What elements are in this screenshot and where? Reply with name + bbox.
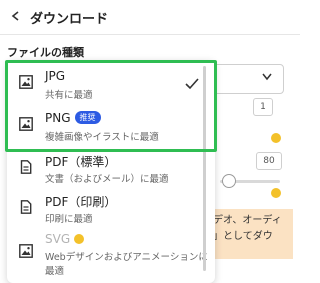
menu-item-svg[interactable]: SVG Webデザインおよびアニメーションに 最適 xyxy=(7,230,215,280)
size-input[interactable]: 1 xyxy=(253,98,273,116)
highlight-box xyxy=(5,60,217,152)
menu-item-desc: Webデザインおよびアニメーションに xyxy=(45,252,208,263)
crown-icon xyxy=(271,133,281,143)
menu-item-desc: 印刷に最適 xyxy=(45,214,93,225)
chevron-down-icon[interactable] xyxy=(262,73,272,81)
image-icon xyxy=(19,244,33,258)
header-bar: ダウンロード xyxy=(0,0,300,35)
menu-item-name: PDF（標準） xyxy=(45,155,117,169)
back-arrow-icon[interactable] xyxy=(11,11,21,21)
file-type-label: ファイルの種類 xyxy=(7,46,84,59)
promo-line: デオ、オーディ xyxy=(213,215,282,226)
page-title: ダウンロード xyxy=(30,12,109,27)
promo-line: 」としてダウ xyxy=(213,231,273,242)
document-icon xyxy=(20,200,32,214)
crown-icon xyxy=(271,188,281,198)
document-icon xyxy=(20,160,32,174)
menu-item-pdf-print[interactable]: PDF（印刷） 印刷に最適 xyxy=(7,190,215,228)
menu-item-desc: 文書（およびメール）に最適 xyxy=(45,174,169,185)
menu-item-desc: 最適 xyxy=(45,266,65,277)
menu-item-pdf-standard[interactable]: PDF（標準） 文書（およびメール）に最適 xyxy=(7,150,215,188)
crown-icon xyxy=(74,234,85,244)
quality-input[interactable]: 80 xyxy=(256,152,282,170)
promo-banner: デオ、オーディ 」としてダウ xyxy=(213,209,293,259)
quality-slider-thumb[interactable] xyxy=(222,174,236,188)
menu-item-name: SVG xyxy=(45,232,71,246)
menu-item-name-row: SVG xyxy=(45,232,85,246)
menu-item-name: PDF（印刷） xyxy=(45,195,117,209)
